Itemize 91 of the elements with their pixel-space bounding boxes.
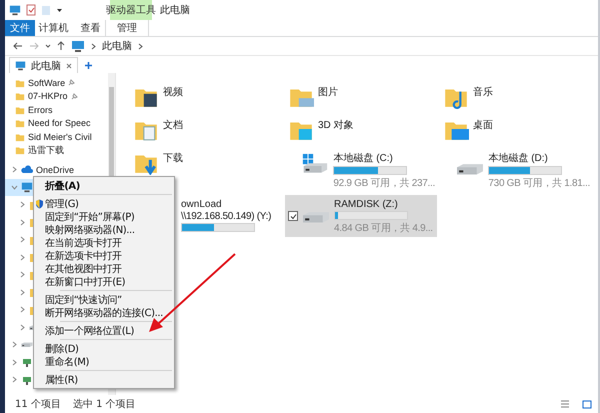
plus-icon [84,61,93,70]
sidebar-item[interactable]: Errors [5,103,108,116]
folder-tile[interactable]: 音乐 [440,81,592,111]
menu-item[interactable]: 管理(G) [34,197,174,210]
drive-name: RAMDISK (Z:) [334,199,399,210]
window-title: 此电脑 [159,4,190,18]
drive-tile[interactable]: 本地磁盘 (D:) 730 GB 可用，共 1.81... [440,147,592,192]
folder-name: 桌面 [473,118,493,132]
caret-icon [45,43,51,49]
drive-space: 92.9 GB 可用，共 237... [333,176,435,190]
drive-icon [21,342,33,348]
folder-name: 3D 对象 [318,118,354,132]
sidebar-item[interactable]: OneDrive [5,161,108,178]
computer-icon [9,4,21,16]
drive-icon [456,163,484,176]
chevron-right-icon [19,218,26,226]
menu-item[interactable]: 在新窗口中打开(E) [34,275,174,288]
folder-name: 音乐 [473,86,493,99]
drive-space: 730 GB 可用，共 1.81... [488,176,590,190]
sidebar-item[interactable]: 07-HKPro [5,90,108,103]
chevron-right-icon [11,376,18,384]
details-view-icon [560,400,570,408]
checkmark-icon [290,212,296,220]
menu-item[interactable]: 在新选项卡中打开 [34,249,174,262]
chevron-right-icon [19,201,26,208]
chevron-right-icon [19,306,26,314]
shield-icon [35,198,44,208]
chevron-right-icon [91,42,96,50]
drive-tile[interactable]: RAMDISK (Z:) 4.84 GB 可用，共 4.9... [285,195,437,237]
chevron-right-icon [19,236,26,244]
chevron-down-icon [11,184,18,191]
folder-name: 视频 [163,86,183,99]
up-icon [57,41,65,51]
windows-drive-icon [301,153,330,176]
ribbon-tab[interactable]: 文件 [5,20,35,36]
menu-item[interactable]: 添加一个网络位置(L) [34,324,174,337]
chevron-right-icon [19,254,26,261]
menu-item[interactable]: 固定到“快速访问” [34,293,174,306]
drive-tile[interactable]: 本地磁盘 (C:) 92.9 GB 可用，共 237... [285,147,437,192]
folder-name: 下载 [163,152,183,165]
folder-tile[interactable]: 桌面 [440,114,592,144]
chevron-right-icon [19,271,26,278]
chevron-right-icon [19,288,26,296]
network-icon [21,356,33,368]
close-icon [66,62,72,68]
folder-tile[interactable]: 3D 对象 [285,114,437,144]
menu-item[interactable]: 固定到“开始”屏幕(P) [34,210,174,223]
menu-item[interactable]: 映射网络驱动器(N)... [34,223,174,236]
computer-icon [15,60,26,71]
breadcrumb[interactable]: 此电脑 [102,39,132,53]
drive-space: 4.84 GB 可用，共 4.9... [334,222,433,235]
menu-item[interactable]: 属性(R) [34,373,174,386]
tiles-view-icon [582,400,592,408]
cloud-icon [21,164,33,175]
menu-item[interactable]: 删除(D) [34,342,174,355]
selection-count: 选中 1 个项目 [72,398,136,411]
drive-name: 本地磁盘 (C:) [333,152,394,165]
sidebar-item[interactable]: Sid Meier's Civil [5,130,108,144]
pin-icon [68,79,76,86]
back-icon [13,42,23,50]
folder-tile[interactable]: 文档 [130,114,282,144]
chevron-right-icon [11,341,18,348]
pin-icon [70,92,78,100]
folder-name: 文档 [163,118,183,132]
sidebar-item[interactable]: 迅雷下载 [5,144,108,157]
folder-tile[interactable]: 图片 [285,81,437,111]
menu-item[interactable]: 在当前选项卡打开 [34,236,174,249]
chevron-right-icon [138,42,143,50]
chevron-right-icon [19,324,26,331]
document-icon [26,4,36,16]
caret-icon [56,6,63,14]
drive-name: ownLoad [181,199,223,210]
tab[interactable]: 此电脑 [9,57,78,73]
forward-icon [29,42,39,50]
drive-path: \\192.168.50.149) (Y:) [181,211,272,222]
sidebar-item[interactable]: Need for Speec [5,116,108,130]
folder-tile[interactable]: 视频 [130,81,282,111]
menu-item[interactable]: 在其他视图中打开 [34,262,174,275]
chevron-right-icon [11,166,18,174]
ribbon-tab[interactable]: 管理 [105,20,149,36]
item-count: 11 个项目 [15,398,61,411]
menu-item[interactable]: 断开网络驱动器的连接(C)... [34,306,174,319]
chevron-right-icon [11,358,18,366]
computer-icon [21,181,33,194]
sidebar-item[interactable]: SoftWare [5,76,108,90]
computer-icon [71,39,85,53]
drive-name: 本地磁盘 (D:) [488,152,549,165]
menu-item[interactable]: 重命名(M) [34,355,174,368]
checkbox[interactable] [288,211,298,221]
folder-name: 图片 [318,86,338,99]
drive-icon [302,211,330,224]
